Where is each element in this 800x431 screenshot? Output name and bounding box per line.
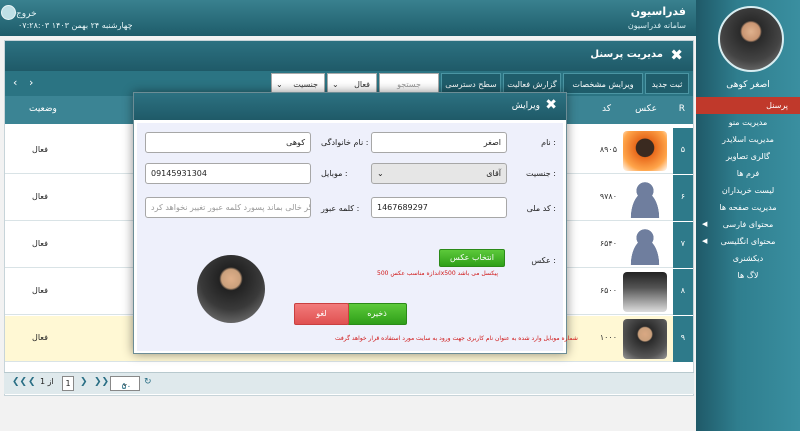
chevron-left-icon: ◀ (702, 220, 708, 228)
close-icon[interactable]: ✖ (670, 46, 683, 64)
sidebar-item-menu[interactable]: مدیریت منو (696, 114, 800, 131)
edit-dialog: ✖ ویرایش نام : اصغر نام خانوادگی : کوهی … (133, 92, 578, 354)
sidebar-item-personnel[interactable]: پرسنل (696, 97, 800, 114)
page-of-label: از 1 (40, 377, 54, 386)
sidebar-item-forms[interactable]: فرم ها (696, 165, 800, 182)
silhouette-icon (623, 178, 667, 218)
app-title: فدراسیون (630, 5, 686, 18)
sidebar-item-logs[interactable]: لاگ ها (696, 267, 800, 284)
col-r: R (678, 104, 685, 114)
person-photo (623, 272, 667, 312)
panel-title: مدیریت پرسنل (590, 49, 663, 60)
user-name: اصغر کوهی (726, 80, 770, 90)
sidebar-item-english-content[interactable]: ◀ محتوای انگلیسی (696, 233, 800, 250)
chevron-left-icon: ◀ (702, 237, 708, 245)
dialog-title: ویرایش (511, 101, 540, 111)
new-button[interactable]: ثبت جدید (645, 73, 689, 94)
user-avatar (718, 6, 784, 72)
select-photo-button[interactable]: انتخاب عکس (439, 249, 505, 267)
gender-select[interactable]: آقای ⌄ (371, 163, 507, 184)
app-subtitle: سامانه فدراسیون (627, 21, 686, 30)
mobile-username-note: شماره موبایل وارد شده به عنوان نام کاربر… (335, 335, 578, 342)
pagination: ❮❮ ❮ از 1 1 ❯ ❯❯ ۵۰ ⌄ ↻ (4, 372, 694, 394)
first-name-label: نام : (541, 138, 556, 147)
sidebar-item-gallery[interactable]: گالری تصاویر (696, 148, 800, 165)
col-code: کد (601, 104, 611, 114)
last-name-field[interactable]: کوهی (145, 132, 311, 153)
top-bar: فدراسیون سامانه فدراسیون خروج چهارشنبه ۲… (0, 0, 696, 36)
sidebar-menu: پرسنل مدیریت منو مدیریت اسلایدر گالری تص… (696, 97, 800, 284)
dialog-header: ✖ ویرایش (134, 93, 566, 120)
panel-header: ✖ مدیریت پرسنل (5, 41, 693, 71)
chevron-down-icon: ⌄ (377, 169, 384, 178)
search-input[interactable]: جستجو (379, 73, 439, 94)
mobile-label: موبایل : (321, 169, 348, 178)
sidebar: اصغر کوهی پرسنل مدیریت منو مدیریت اسلاید… (696, 0, 800, 431)
first-page-icon[interactable]: ❮❮ (12, 377, 27, 387)
gender-filter-select[interactable]: جنسیت ⌄ (271, 73, 325, 94)
sidebar-item-dictionary[interactable]: دیکشنری (696, 250, 800, 267)
person-photo (623, 131, 667, 171)
col-status: وضعیت (29, 104, 57, 114)
profile-photo (197, 255, 265, 323)
sidebar-item-persian-content[interactable]: ◀ محتوای فارسی (696, 216, 800, 233)
page-size-select[interactable]: ۵۰ ⌄ (110, 376, 140, 392)
photo-size-note: اندازه مناسب عکس 500x500 پیکسل می باشد (377, 270, 499, 277)
national-id-label: کد ملی : (526, 204, 556, 213)
close-icon[interactable]: ✖ (545, 97, 557, 113)
dialog-body: نام : اصغر نام خانوادگی : کوهی جنسیت : آ… (137, 123, 578, 351)
last-page-icon[interactable]: ❯❯ (94, 377, 109, 387)
prev-page-icon[interactable]: ❮ (28, 377, 36, 387)
silhouette-icon (623, 225, 667, 265)
edit-button[interactable]: ویرایش مشخصات (563, 73, 643, 94)
first-name-field[interactable]: اصغر (371, 132, 507, 153)
exit-link[interactable]: خروج (16, 9, 37, 19)
last-name-label: نام خانوادگی : (321, 138, 369, 147)
col-photo: عکس (635, 104, 657, 114)
password-label: کلمه عبور : (321, 204, 360, 213)
photo-label: عکس : (531, 256, 556, 265)
national-id-field[interactable]: 1467689297 (371, 197, 507, 218)
password-field[interactable]: اگر خالی بماند پسورد کلمه عبور تغییر نخو… (145, 197, 311, 218)
sidebar-item-slider[interactable]: مدیریت اسلایدر (696, 131, 800, 148)
sidebar-item-pages[interactable]: مدیریت صفحه ها (696, 199, 800, 216)
cancel-button[interactable]: لغو (294, 303, 349, 325)
save-button[interactable]: ذخیره (347, 303, 407, 325)
person-photo (623, 319, 667, 359)
next-page-icon[interactable]: ❯ (80, 377, 88, 387)
mobile-field[interactable]: 09145931304 (145, 163, 311, 184)
gender-label: جنسیت : (525, 169, 556, 178)
status-filter-select[interactable]: فعال ⌄ (327, 73, 377, 94)
sidebar-item-buyers[interactable]: لیست خریداران (696, 182, 800, 199)
access-level-button[interactable]: سطح دسترسی (441, 73, 501, 94)
date-time: چهارشنبه ۲۴ بهمن ۱۴۰۳ ۰۷:۲۸:۰۳ (18, 21, 133, 30)
activity-report-button[interactable]: گزارش فعالیت (503, 73, 561, 94)
chevron-left-icon[interactable]: ‹ (13, 76, 17, 89)
chevron-right-icon[interactable]: › (29, 76, 33, 89)
page-input[interactable]: 1 (62, 376, 74, 391)
refresh-icon[interactable]: ↻ (144, 377, 152, 387)
federation-logo (1, 5, 16, 20)
